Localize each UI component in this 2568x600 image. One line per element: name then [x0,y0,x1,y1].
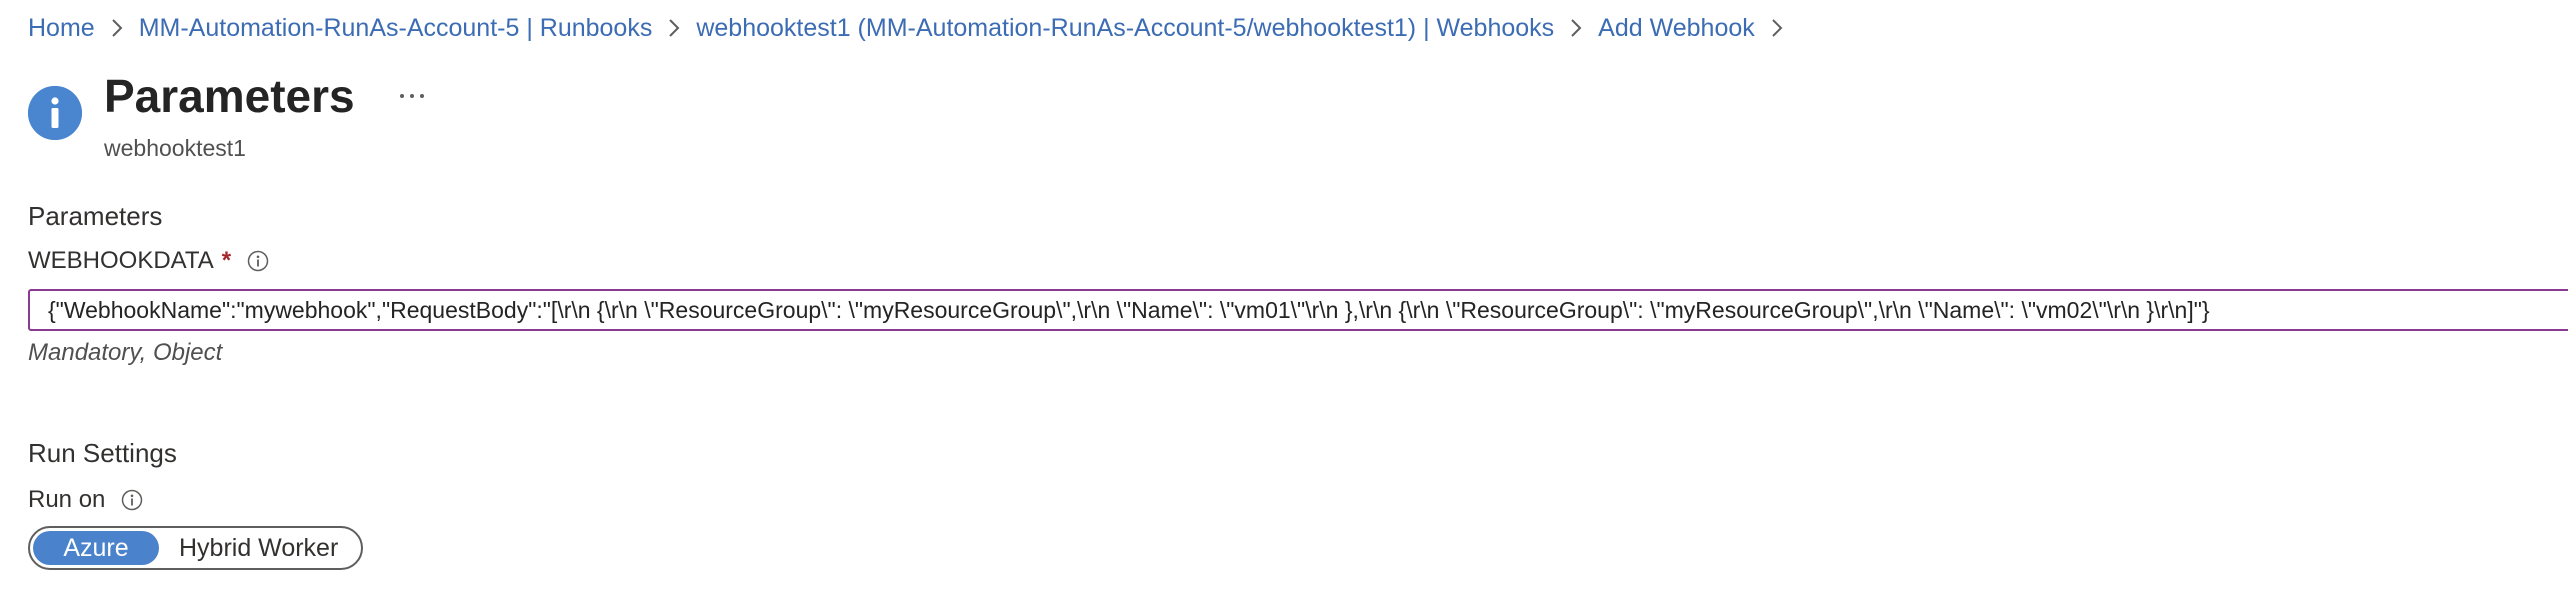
chevron-right-icon [95,10,139,46]
page-title: Parameters [104,70,355,122]
chevron-right-icon [1554,10,1598,46]
webhookdata-label: WEBHOOKDATA * [28,246,269,276]
run-on-label-text: Run on [28,486,106,513]
webhookdata-input[interactable] [28,289,2568,331]
chevron-right-icon [1755,10,1799,46]
run-on-toggle: Azure Hybrid Worker [28,526,364,570]
title-block: Parameters webhooktest1 [104,68,355,162]
run-on-azure-option[interactable]: Azure [33,531,159,565]
parameters-section-heading: Parameters [28,201,163,231]
info-outline-icon[interactable] [121,489,143,511]
breadcrumb-webhooks[interactable]: webhooktest1 (MM-Automation-RunAs-Accoun… [696,14,1554,43]
run-on-label: Run on [28,485,143,515]
info-icon [28,86,82,140]
breadcrumb: Home MM-Automation-RunAs-Account-5 | Run… [28,10,1799,46]
page-subtitle: webhooktest1 [104,135,246,161]
info-outline-icon[interactable] [247,250,269,272]
run-on-hybrid-worker-option[interactable]: Hybrid Worker [159,531,358,565]
required-marker: * [221,247,232,274]
chevron-right-icon [652,10,696,46]
run-settings-heading: Run Settings [28,438,177,468]
breadcrumb-runbooks[interactable]: MM-Automation-RunAs-Account-5 | Runbooks [139,14,653,43]
more-horizontal-icon [400,94,424,98]
breadcrumb-home[interactable]: Home [28,14,95,43]
breadcrumb-add-webhook[interactable]: Add Webhook [1598,14,1755,43]
page-header: Parameters webhooktest1 [28,68,355,162]
more-options-button[interactable] [396,80,428,112]
webhookdata-hint: Mandatory, Object [28,339,223,366]
webhookdata-label-text: WEBHOOKDATA [28,247,214,274]
